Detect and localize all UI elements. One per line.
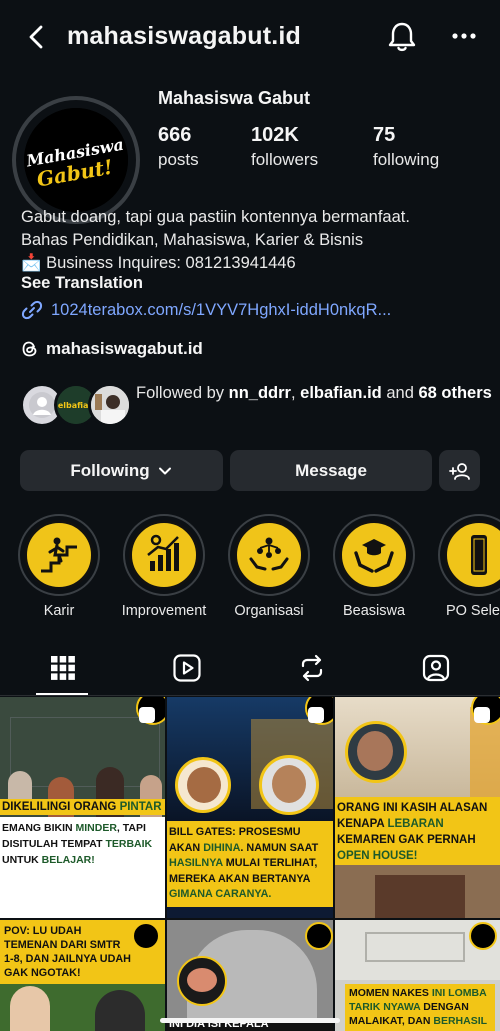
- following-count-value: 75: [373, 124, 396, 146]
- followed-by[interactable]: elbafian Followed by nn_ddrr, elbafian.i…: [20, 381, 492, 431]
- grid-icon[interactable]: [48, 653, 78, 683]
- profile-bio: Gabut doang, tapi gua pastiin kontennya …: [21, 206, 491, 275]
- posts-count-label: posts: [158, 150, 199, 169]
- stairs-climb-icon: [41, 537, 77, 573]
- highlight-improvement[interactable]: Improvement: [117, 514, 211, 619]
- following-button-label: Following: [70, 460, 150, 480]
- bio-line: Bahas Pendidikan, Mahasiswa, Karier & Bi…: [21, 231, 364, 249]
- post-caption: DIKELILINGI ORANG PINTAR: [2, 801, 162, 813]
- post-thumbnail[interactable]: BILL GATES: PROSESMU AKAN DIHINA. NAMUN …: [167, 697, 333, 918]
- post-caption: MOMEN NAKES INI LOMBA TARIK NYAWA DENGAN…: [349, 987, 488, 1027]
- reel-icon: [308, 707, 324, 723]
- highlight-label: PO Selem: [445, 603, 500, 619]
- profile-avatar[interactable]: Mahasiswa Gabut!: [24, 108, 128, 212]
- threads-icon: [22, 341, 37, 357]
- message-button-label: Message: [295, 460, 367, 480]
- mutual-follower[interactable]: nn_ddrr: [229, 384, 291, 402]
- bio-line: 📩 Business Inquires: 081213941446: [21, 254, 296, 272]
- more-options-icon[interactable]: [450, 26, 478, 46]
- bio-link[interactable]: 1024terabox.com/s/1VYV7HghxI-iddH0nkqR..…: [21, 298, 391, 322]
- reposts-icon[interactable]: [297, 653, 327, 683]
- bio-line: Gabut doang, tapi gua pastiin kontennya …: [21, 208, 410, 226]
- post-caption: EMANG BIKIN MINDER, TAPI DISITULAH TEMPA…: [2, 822, 153, 866]
- back-arrow-icon[interactable]: [22, 22, 52, 52]
- posts-count-value: 666: [158, 124, 192, 146]
- followers-count-label: followers: [251, 150, 319, 169]
- top-bar: mahasiswagabut.id: [0, 0, 500, 76]
- follower-avatar: [88, 383, 132, 427]
- post-caption: POV: LU UDAH TEMENAN DARI SMTR 1-8, DAN …: [4, 925, 131, 979]
- team-hands-icon: [249, 537, 289, 571]
- post-thumbnail[interactable]: POV: LU UDAH TEMENAN DARI SMTR 1-8, DAN …: [0, 920, 165, 1031]
- bell-icon[interactable]: [386, 20, 418, 54]
- post-thumbnail[interactable]: INI DIA ISI KEPALA: [167, 920, 333, 1031]
- add-person-icon: [448, 462, 470, 480]
- link-icon: [21, 300, 43, 320]
- post-thumbnail[interactable]: ORANG INI KASIH ALASAN KENAPA LEBARAN KE…: [335, 697, 500, 918]
- following-count[interactable]: 75 following: [373, 124, 439, 170]
- message-button[interactable]: Message: [230, 450, 432, 491]
- chevron-down-icon: [158, 467, 171, 474]
- followed-by-text: Followed by nn_ddrr, elbafian.id and 68 …: [136, 382, 496, 405]
- post-thumbnail[interactable]: DIKELILINGI ORANG PINTAR EMANG BIKIN MIN…: [0, 697, 165, 918]
- posts-count[interactable]: 666 posts: [158, 124, 199, 170]
- highlight-po-selem[interactable]: PO Selem: [432, 514, 500, 619]
- graduation-hands-icon: [354, 539, 394, 573]
- mutual-followers-others[interactable]: 68 others: [418, 384, 491, 402]
- profile-display-name: Mahasiswa Gabut: [158, 88, 311, 108]
- suggested-users-button[interactable]: [439, 450, 480, 491]
- profile-tabs: [0, 640, 500, 696]
- bio-link-text: 1024terabox.com/s/1VYV7HghxI-iddH0nkqR..…: [51, 300, 392, 319]
- followers-count-value: 102K: [251, 124, 299, 146]
- highlight-label: Karir: [43, 603, 75, 619]
- reel-icon: [139, 707, 155, 723]
- following-count-label: following: [373, 150, 440, 169]
- mutual-follower[interactable]: elbafian.id: [300, 384, 382, 402]
- brand-badge-icon: [305, 922, 333, 950]
- home-indicator: [160, 1018, 340, 1023]
- followed-by-and: and: [381, 384, 419, 402]
- bookmark-ribbon-icon: [471, 535, 487, 575]
- followed-by-separator: ,: [290, 384, 301, 402]
- highlight-label: Organisasi: [234, 603, 304, 619]
- post-caption: ORANG INI KASIH ALASAN KENAPA LEBARAN KE…: [337, 802, 488, 862]
- reels-icon[interactable]: [172, 653, 202, 683]
- reel-icon: [474, 707, 490, 723]
- threads-badge[interactable]: mahasiswagabut.id: [21, 337, 203, 361]
- brand-badge-icon: [469, 922, 497, 950]
- see-translation-link[interactable]: See Translation: [21, 274, 143, 293]
- highlight-organisasi[interactable]: Organisasi: [222, 514, 316, 619]
- post-caption: BILL GATES: PROSESMU AKAN DIHINA. NAMUN …: [169, 826, 319, 900]
- growth-chart-icon: [147, 534, 179, 571]
- tagged-icon[interactable]: [421, 653, 451, 683]
- highlight-label: Improvement: [121, 603, 207, 619]
- active-tab-indicator: [36, 693, 88, 695]
- following-button[interactable]: Following: [20, 450, 223, 491]
- highlight-beasiswa[interactable]: Beasiswa: [327, 514, 421, 619]
- followed-by-prefix: Followed by: [136, 384, 229, 402]
- profile-avatar-ring[interactable]: Mahasiswa Gabut!: [12, 96, 140, 224]
- threads-handle: mahasiswagabut.id: [46, 339, 203, 358]
- highlight-label: Beasiswa: [342, 603, 406, 619]
- post-thumbnail[interactable]: MOMEN NAKES INI LOMBA TARIK NYAWA DENGAN…: [335, 920, 500, 1031]
- highlight-karir[interactable]: Karir: [12, 514, 106, 619]
- brand-badge-icon: [132, 922, 160, 950]
- followers-count[interactable]: 102K followers: [251, 124, 318, 170]
- posts-grid: DIKELILINGI ORANG PINTAR EMANG BIKIN MIN…: [0, 697, 500, 1031]
- profile-username: mahasiswagabut.id: [67, 22, 302, 50]
